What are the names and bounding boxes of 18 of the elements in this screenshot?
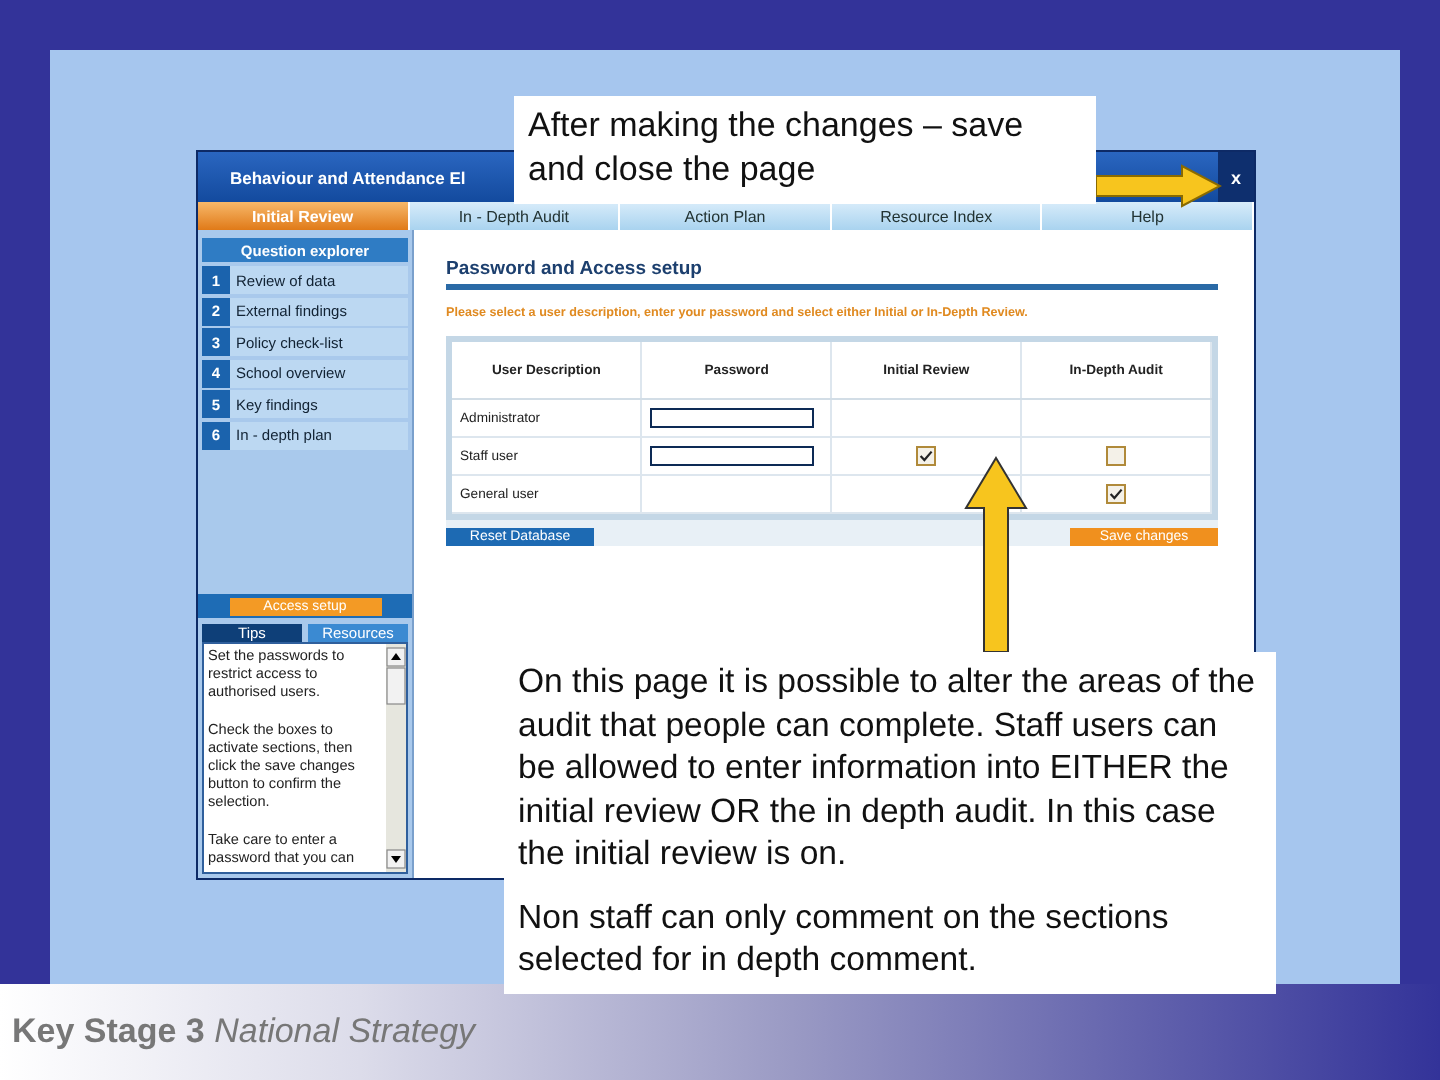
nav-tab[interactable]: Resource Index [831, 202, 1043, 230]
password-field[interactable] [650, 408, 815, 428]
footer-logo-text: Key Stage 3 National Strategy [12, 1012, 476, 1052]
checkbox[interactable] [1106, 446, 1127, 466]
callout-text: Non staff can only comment on the sections selected for in depth comment. [518, 895, 1171, 981]
window-title: Behaviour and Attendance El [230, 167, 466, 187]
password-field[interactable] [650, 446, 815, 466]
nav-tab[interactable]: In - Depth Audit [409, 202, 621, 230]
callout-text: After making the changes – save and close the page [528, 104, 1026, 190]
nav-tab[interactable]: Action Plan [620, 202, 832, 230]
scrollbar[interactable] [386, 644, 406, 872]
callout-arrow [1094, 164, 1222, 208]
nav-tab[interactable]: Help [1042, 202, 1254, 230]
callout-text: On this page it is possible to alter the areas of the audit that people can complete. Staff users can be allowed to enter information into EITHER the initial review OR the in depth audit. In this case the initial review is on. [518, 660, 1257, 875]
checkbox[interactable] [1106, 484, 1127, 504]
checkbox[interactable] [916, 446, 937, 466]
close-button[interactable]: x [1218, 152, 1254, 202]
page-heading: Password and Access setup [446, 258, 704, 284]
